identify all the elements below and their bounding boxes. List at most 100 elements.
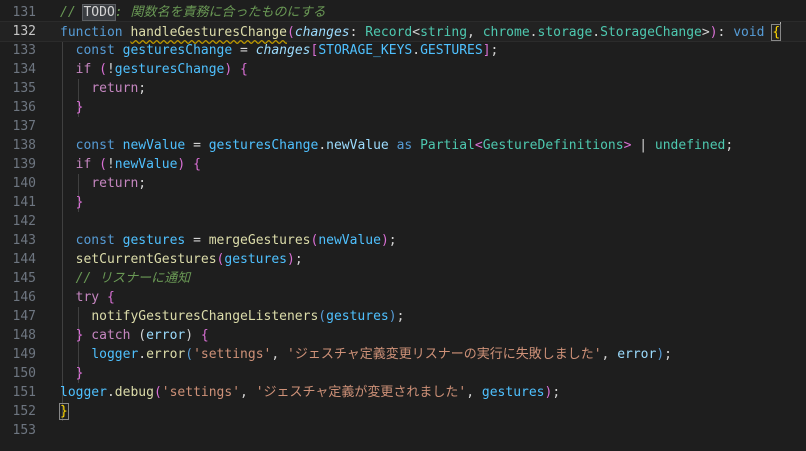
code-line[interactable]: 138 const newValue = gesturesChange.newV… [0,136,806,155]
code-token: { [106,290,115,305]
code-line[interactable]: 147 notifyGesturesChangeListeners(gestur… [0,307,806,326]
code-line[interactable]: 149 logger.error('settings', 'ジェスチャ定義変更リ… [0,345,806,364]
code-token: ) [388,309,397,324]
code-token: logger [91,347,139,362]
code-token: { [771,24,782,41]
code-token: void [733,25,765,40]
code-token: ; [138,176,147,191]
code-token: gestures [326,309,389,324]
current-code-line[interactable]: 132 function handleGesturesChange(changes… [0,21,806,42]
code-token: ! [106,62,115,77]
code-token: try [75,290,100,305]
code-token: ; [138,81,147,96]
code-token: { [200,328,209,343]
code-token: > [701,25,710,40]
line-number: 135 [12,81,36,96]
code-text: if (!gesturesChange) { [60,60,248,79]
code-line[interactable]: 150 } [0,364,806,383]
code-token: ; [388,233,397,248]
code-token: } [75,195,84,210]
code-token: as [388,138,421,153]
code-token: error [146,347,186,362]
code-line[interactable]: 137 [0,117,806,136]
code-token: changes [255,43,311,58]
code-token: // [60,5,84,20]
code-token: const [75,43,123,58]
code-token: // リスナーに通知 [75,271,191,286]
code-line[interactable]: 131 // TODO: 関数名を責務に合ったものにする [0,3,806,22]
code-token: gestures [481,385,545,400]
code-line[interactable]: 153 [0,421,806,440]
line-number: 148 [12,328,36,343]
code-line[interactable]: 142 [0,212,806,231]
code-token: . [412,43,421,58]
code-token: ( [185,347,194,362]
code-token: gesturesChange [208,138,319,153]
code-token: . [138,347,147,362]
code-line[interactable]: 134 if (!gesturesChange) { [0,60,806,79]
code-token: , [271,347,288,362]
code-line[interactable]: 148 } catch (error) { [0,326,806,345]
code-line[interactable]: 141 } [0,193,806,212]
line-number: 141 [12,195,36,210]
code-token: if [75,62,92,77]
code-token: return [91,176,139,191]
code-token: ) [709,25,718,40]
code-token: } [75,366,84,381]
code-line[interactable]: 139 if (!newValue) { [0,155,806,174]
code-line[interactable]: 146 try { [0,288,806,307]
code-token: < [412,25,421,40]
code-token: } [59,403,69,420]
code-token: : [717,25,734,40]
code-token: ( [153,385,162,400]
code-line[interactable]: 151 logger.debug('settings', 'ジェスチャ定義が変更さ… [0,383,806,402]
code-line[interactable]: 144 setCurrentGestures(gestures); [0,250,806,269]
code-line[interactable]: 145 // リスナーに通知 [0,269,806,288]
code-token: handleGesturesChange [130,25,287,40]
code-token: ; [490,43,499,58]
code-line[interactable]: 136 } [0,98,806,117]
line-number: 139 [12,157,36,172]
code-token: 'ジェスチャ定義が変更されました' [255,385,467,400]
code-token: chrome [482,25,530,40]
line-number: 145 [12,271,36,286]
line-number: 132 [12,24,36,39]
code-text: notifyGesturesChangeListeners(gestures); [60,307,404,326]
code-line[interactable]: 133 const gesturesChange = changes[STORA… [0,41,806,60]
code-editor[interactable]: 131 // TODO: 関数名を責務に合ったものにする 132 function h… [0,0,806,451]
code-text: logger.debug('settings', 'ジェスチャ定義が変更されまし… [60,383,560,402]
code-token: ( [99,62,107,77]
line-number: 133 [12,43,36,58]
code-line[interactable]: 140 return; [0,174,806,193]
code-text: try { [60,288,115,307]
code-token: ! [106,157,115,172]
line-number: 151 [12,385,36,400]
code-token: TODO [82,4,116,21]
code-line[interactable]: 152} [0,402,806,421]
code-token: GestureDefinitions [482,138,624,153]
code-token: 'ジェスチャ定義変更リスナーの実行に失敗しました' [287,347,602,362]
code-token: ( [287,25,295,40]
code-token: , [467,25,483,40]
code-token: ( [99,157,107,172]
line-number: 146 [12,290,36,305]
code-token: , [466,385,482,400]
code-token: gesturesChange [122,43,233,58]
code-token: } [75,100,84,115]
code-token: newValue [122,138,186,153]
code-token: . [106,385,115,400]
code-token: undefined [654,138,726,153]
code-line[interactable]: 143 const gestures = mergeGestures(newVa… [0,231,806,250]
code-token: if [75,157,92,172]
code-text: } [60,193,84,212]
code-token: ( [318,309,327,324]
code-line[interactable]: 135 return; [0,79,806,98]
